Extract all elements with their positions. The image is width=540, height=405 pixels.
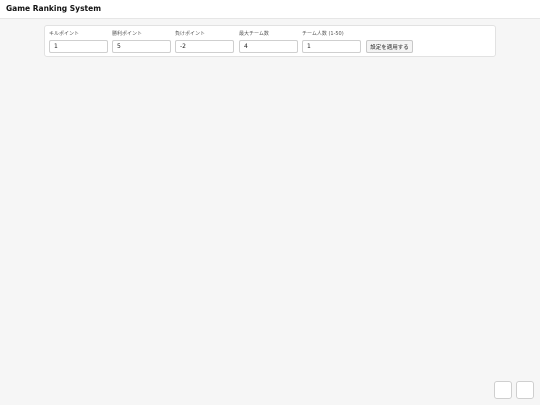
max-teams-label: 最大チーム数: [239, 31, 269, 37]
loss-points-field: 負けポイント: [175, 30, 235, 53]
loss-points-label: 負けポイント: [175, 31, 206, 37]
win-points-label: 勝利ポイント: [112, 31, 143, 37]
app-title: Game Ranking System: [6, 4, 102, 13]
team-size-field: チーム人数 (1-50): [302, 30, 362, 53]
app-header: Game Ranking System: [0, 0, 540, 19]
win-points-field: 勝利ポイント: [112, 30, 172, 53]
kill-points-label: キルポイント: [49, 31, 80, 37]
floating-action-button-right[interactable]: [516, 381, 534, 399]
floating-action-button-left[interactable]: [494, 381, 512, 399]
apply-settings-button[interactable]: 設定を適用する: [366, 40, 413, 53]
settings-panel: キルポイント 勝利ポイント 負けポイント 最大チーム数 チーム人数 (1-50)…: [44, 25, 496, 57]
team-size-input[interactable]: [302, 40, 361, 53]
kill-points-input[interactable]: [49, 40, 108, 53]
kill-points-field: キルポイント: [49, 30, 109, 53]
win-points-input[interactable]: [112, 40, 171, 53]
max-teams-field: 最大チーム数: [239, 30, 299, 53]
loss-points-input[interactable]: [175, 40, 234, 53]
team-size-label: チーム人数 (1-50): [302, 31, 344, 37]
max-teams-input[interactable]: [239, 40, 298, 53]
